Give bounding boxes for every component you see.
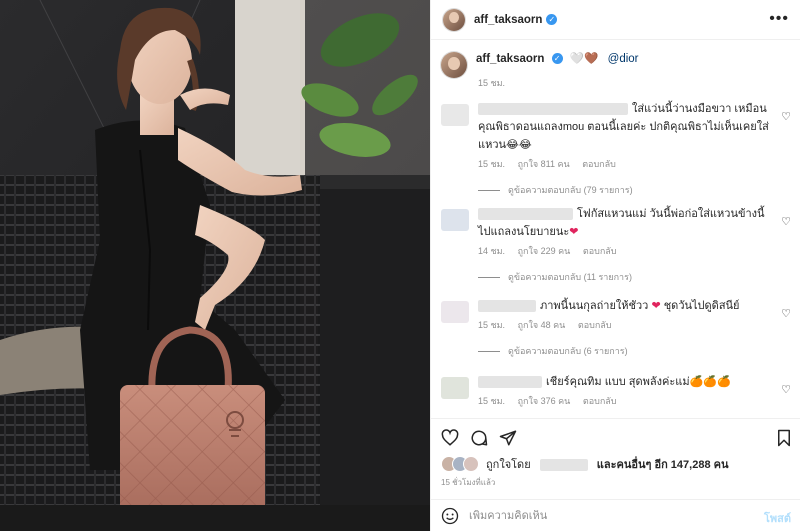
commenter-avatar[interactable] xyxy=(441,104,469,126)
comment-meta: 15 ชม. ถูกใจ 811 คน ตอบกลับ xyxy=(478,157,793,171)
comment-item: โฟกัสแหวนแม่ วันนี้พ่อก่อใส่แหวนข้างนี้ไ… xyxy=(441,205,793,284)
comment-timestamp: 15 ชม. xyxy=(478,396,506,406)
comment-text: ภาพนี้นนกุลถ่ายให้ชัวว ❤ ชุดวันไปดูดิสนี… xyxy=(478,297,771,315)
replies-divider xyxy=(478,189,500,191)
post-caption: aff_taksaorn ✓ 🤍🤎 @dior 15 ชม. xyxy=(441,52,791,88)
comment-reply-button[interactable]: ตอบกลับ xyxy=(578,320,612,330)
comment-timestamp: 14 ชม. xyxy=(478,246,506,256)
view-replies-button[interactable]: ดูข้อความตอบกลับ (79 รายการ) xyxy=(478,183,793,197)
comment-text: เชียร์คุณทิม แบบ สุดพลังค่ะแม่🍊🍊🍊 xyxy=(478,373,771,391)
caption-text: aff_taksaorn ✓ 🤍🤎 @dior xyxy=(476,52,639,78)
liker-avatars xyxy=(441,456,479,472)
comment-reply-button[interactable]: ตอบกลับ xyxy=(583,246,617,256)
comment-meta: 14 ชม. ถูกใจ 229 คน ตอบกลับ xyxy=(478,244,793,258)
comment-timestamp: 15 ชม. xyxy=(478,159,506,169)
commenter-avatar[interactable] xyxy=(441,209,469,231)
comment-like-heart-icon[interactable]: ♡ xyxy=(781,215,791,228)
replies-divider xyxy=(478,350,500,352)
comment-item: ภาพนี้นนกุลถ่ายให้ชัวว ❤ ชุดวันไปดูดิสนี… xyxy=(441,297,793,358)
author-avatar[interactable] xyxy=(443,8,465,31)
comment-timestamp: 15 ชม. xyxy=(478,320,506,330)
comment-icon[interactable] xyxy=(470,429,488,447)
comment-meta: 15 ชม. ถูกใจ 48 คน ตอบกลับ xyxy=(478,318,793,332)
post-action-bar xyxy=(431,418,800,454)
liker-avatar[interactable] xyxy=(463,456,479,472)
comment-reply-button[interactable]: ตอบกลับ xyxy=(582,159,616,169)
commenter-name-blurred[interactable] xyxy=(478,208,573,221)
likes-count-link[interactable]: และคนอื่นๆ อีก 147,288 คน xyxy=(597,459,729,471)
comment-like-heart-icon[interactable]: ♡ xyxy=(781,110,791,123)
comment-text: โฟกัสแหวนแม่ วันนี้พ่อก่อใส่แหวนข้างนี้ไ… xyxy=(478,208,765,238)
commenter-name-blurred[interactable] xyxy=(478,103,628,116)
caption-avatar[interactable] xyxy=(441,52,467,78)
likes-summary: ถูกใจโดย และคนอื่นๆ อีก 147,288 คน xyxy=(441,455,729,473)
post-timestamp: 15 ชั่วโมงที่แล้ว xyxy=(441,478,496,487)
caption-emoji: 🤍🤎 xyxy=(569,53,599,65)
author-username[interactable]: aff_taksaorn xyxy=(474,14,542,26)
post-header: aff_taksaorn ✓ ••• xyxy=(431,0,800,40)
smiley-icon[interactable] xyxy=(441,507,459,525)
comment-likes[interactable]: ถูกใจ 48 คน xyxy=(518,320,566,330)
verified-badge-icon: ✓ xyxy=(546,14,558,25)
send-icon[interactable] xyxy=(499,429,517,447)
replies-divider xyxy=(478,276,500,278)
comment-meta: 15 ชม. ถูกใจ 376 คน ตอบกลับ xyxy=(478,394,793,408)
more-icon[interactable]: ••• xyxy=(769,11,789,27)
heart-icon[interactable] xyxy=(441,429,459,447)
comment-likes[interactable]: ถูกใจ 376 คน xyxy=(518,396,571,406)
view-replies-button[interactable]: ดูข้อความตอบกลับ (6 รายการ) xyxy=(478,344,793,358)
add-comment-input[interactable] xyxy=(469,509,739,522)
photo-illustration xyxy=(0,0,430,531)
comment-like-heart-icon[interactable]: ♡ xyxy=(781,307,791,320)
verified-badge-icon: ✓ xyxy=(551,53,563,65)
likes-text: ถูกใจโดย และคนอื่นๆ อีก 147,288 คน xyxy=(486,459,729,472)
comment-likes[interactable]: ถูกใจ 811 คน xyxy=(518,159,570,169)
commenter-avatar[interactable] xyxy=(441,377,469,399)
caption-mention-link[interactable]: @dior xyxy=(608,53,639,65)
caption-timestamp: 15 ชม. xyxy=(478,78,506,88)
comment-item: ใส่แว่นนี้ว่านงมือขวา เหมือนคุณพิธาดอนแถ… xyxy=(441,100,793,197)
post-photo[interactable] xyxy=(0,0,430,531)
view-replies-button[interactable]: ดูข้อความตอบกลับ (11 รายการ) xyxy=(478,270,793,284)
comment-like-heart-icon[interactable]: ♡ xyxy=(781,383,791,396)
commenter-name-blurred[interactable] xyxy=(478,376,542,389)
caption-username[interactable]: aff_taksaorn xyxy=(476,53,544,65)
commenter-name-blurred[interactable] xyxy=(478,300,536,313)
bookmark-icon[interactable] xyxy=(775,429,793,447)
liker-name-blurred[interactable] xyxy=(539,459,588,472)
post-comment-button[interactable]: โพสต์ xyxy=(764,509,791,527)
comment-likes[interactable]: ถูกใจ 229 คน xyxy=(518,246,571,256)
post-sidebar: aff_taksaorn ✓ ••• aff_taksaorn ✓ 🤍🤎 @di… xyxy=(430,0,800,531)
commenter-avatar[interactable] xyxy=(441,301,469,323)
comment-text: ใส่แว่นนี้ว่านงมือขวา เหมือนคุณพิธาดอนแถ… xyxy=(478,103,769,151)
comment-reply-button[interactable]: ตอบกลับ xyxy=(583,396,617,406)
comment-item: เชียร์คุณทิม แบบ สุดพลังค่ะแม่🍊🍊🍊 ♡ 15 ช… xyxy=(441,373,793,408)
add-comment-bar: โพสต์ xyxy=(431,499,800,531)
